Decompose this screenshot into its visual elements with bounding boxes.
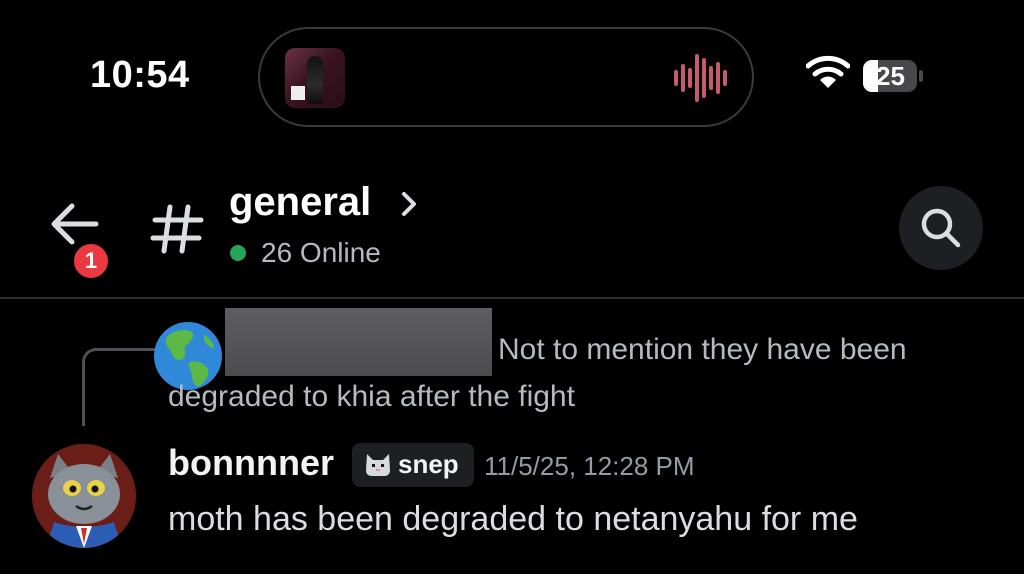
battery-level: 25 <box>876 61 905 91</box>
notification-badge: 1 <box>70 240 112 282</box>
audio-waveform-icon <box>674 54 727 102</box>
reply-text-line1[interactable]: Not to mention they have been <box>498 333 907 367</box>
message-username[interactable]: bonnnner <box>168 442 334 484</box>
reply-connector <box>82 348 162 426</box>
online-status-dot <box>230 245 246 261</box>
search-button[interactable] <box>899 186 983 270</box>
battery-icon: 25 <box>862 59 924 93</box>
channel-name[interactable]: general <box>229 180 371 225</box>
message-text[interactable]: moth has been degraded to netanyahu for … <box>168 500 858 539</box>
status-time: 10:54 <box>90 54 190 96</box>
redacted-username <box>225 308 492 376</box>
album-art[interactable] <box>285 48 345 108</box>
cat-icon <box>366 454 390 476</box>
online-count: 26 Online <box>261 237 381 268</box>
chevron-right-icon[interactable] <box>398 189 420 219</box>
wifi-icon <box>806 55 850 88</box>
hash-icon <box>150 204 204 254</box>
header-divider <box>0 297 1024 299</box>
avatar[interactable] <box>32 444 136 548</box>
clan-tag[interactable]: snep <box>352 443 474 487</box>
search-icon <box>921 208 961 248</box>
clan-tag-label: snep <box>398 449 459 479</box>
message-timestamp: 11/5/25, 12:28 PM <box>484 451 695 481</box>
reply-text-line2[interactable]: degraded to khia after the fight <box>168 380 575 414</box>
